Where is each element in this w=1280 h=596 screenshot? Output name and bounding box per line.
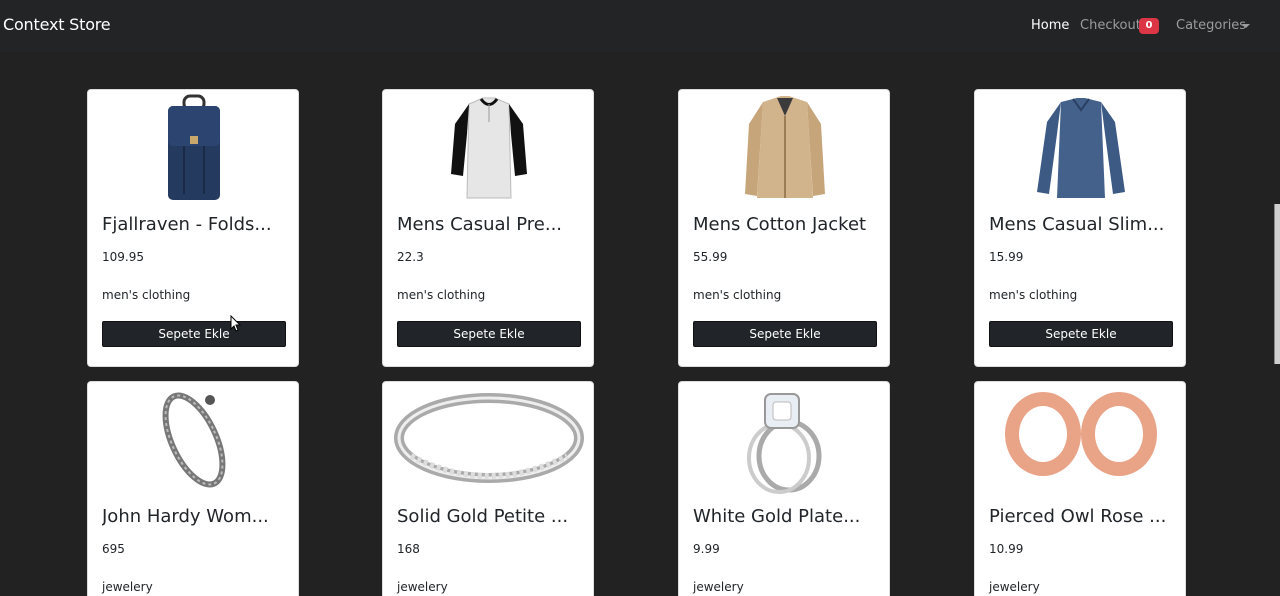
product-category: men's clothing <box>989 288 1078 302</box>
product-card: Mens Cotton Jacket 55.99 men's clothing … <box>678 89 890 367</box>
product-card: Mens Casual Pre... 22.3 men's clothing S… <box>382 89 594 367</box>
product-price: 109.95 <box>102 250 144 264</box>
backpack-image[interactable] <box>98 94 290 202</box>
cart-count-badge[interactable]: 0 <box>1139 18 1159 34</box>
product-price: 22.3 <box>397 250 424 264</box>
slim-fit-shirt-image[interactable] <box>985 94 1177 202</box>
product-price: 55.99 <box>693 250 728 264</box>
mouse-cursor-icon <box>230 315 242 332</box>
product-category: jewelery <box>989 580 1040 594</box>
product-card: Mens Casual Slim... 15.99 men's clothing… <box>974 89 1186 367</box>
product-category: jewelery <box>102 580 153 594</box>
side-widget-edge <box>1274 204 1280 364</box>
product-title[interactable]: Mens Cotton Jacket <box>693 214 879 235</box>
product-category: men's clothing <box>102 288 191 302</box>
product-title[interactable]: John Hardy Wom... <box>102 506 288 527</box>
product-title[interactable]: Mens Casual Pre... <box>397 214 583 235</box>
product-card: Fjallraven - Folds... 109.95 men's cloth… <box>87 89 299 367</box>
engagement-ring-image[interactable] <box>689 386 881 494</box>
chain-bracelet-image[interactable] <box>98 386 290 494</box>
brand-link[interactable]: Context Store <box>3 15 111 34</box>
cotton-jacket-image[interactable] <box>689 94 881 202</box>
product-title[interactable]: Fjallraven - Folds... <box>102 214 288 235</box>
product-title[interactable]: Solid Gold Petite ... <box>397 506 583 527</box>
eternity-ring-image[interactable] <box>393 386 585 494</box>
product-card: John Hardy Wom... 695 jewelery <box>87 381 299 596</box>
nav-home-link[interactable]: Home <box>1031 18 1069 33</box>
product-price: 9.99 <box>693 542 720 556</box>
nav-checkout-link[interactable]: Checkout <box>1080 18 1141 33</box>
product-category: men's clothing <box>397 288 486 302</box>
product-title[interactable]: Mens Casual Slim... <box>989 214 1175 235</box>
add-to-cart-button[interactable]: Sepete Ekle <box>397 321 581 347</box>
product-card: Pierced Owl Rose ... 10.99 jewelery <box>974 381 1186 596</box>
product-price: 15.99 <box>989 250 1024 264</box>
add-to-cart-button[interactable]: Sepete Ekle <box>693 321 877 347</box>
product-category: jewelery <box>397 580 448 594</box>
raglan-tshirt-image[interactable] <box>393 94 585 202</box>
nav-categories-dropdown[interactable]: Categories <box>1176 18 1246 33</box>
product-title[interactable]: Pierced Owl Rose ... <box>989 506 1175 527</box>
product-price: 168 <box>397 542 420 556</box>
add-to-cart-button[interactable]: Sepete Ekle <box>989 321 1173 347</box>
chevron-down-icon[interactable] <box>1242 24 1250 28</box>
add-to-cart-button[interactable]: Sepete Ekle <box>102 321 286 347</box>
rose-gold-tunnels-image[interactable] <box>985 386 1177 494</box>
product-card: Solid Gold Petite ... 168 jewelery <box>382 381 594 596</box>
product-category: jewelery <box>693 580 744 594</box>
product-title[interactable]: White Gold Plate... <box>693 506 879 527</box>
product-price: 10.99 <box>989 542 1024 556</box>
product-card: White Gold Plate... 9.99 jewelery <box>678 381 890 596</box>
product-category: men's clothing <box>693 288 782 302</box>
navbar: Context Store Home Checkout 0 Categories <box>0 0 1280 52</box>
product-price: 695 <box>102 542 125 556</box>
